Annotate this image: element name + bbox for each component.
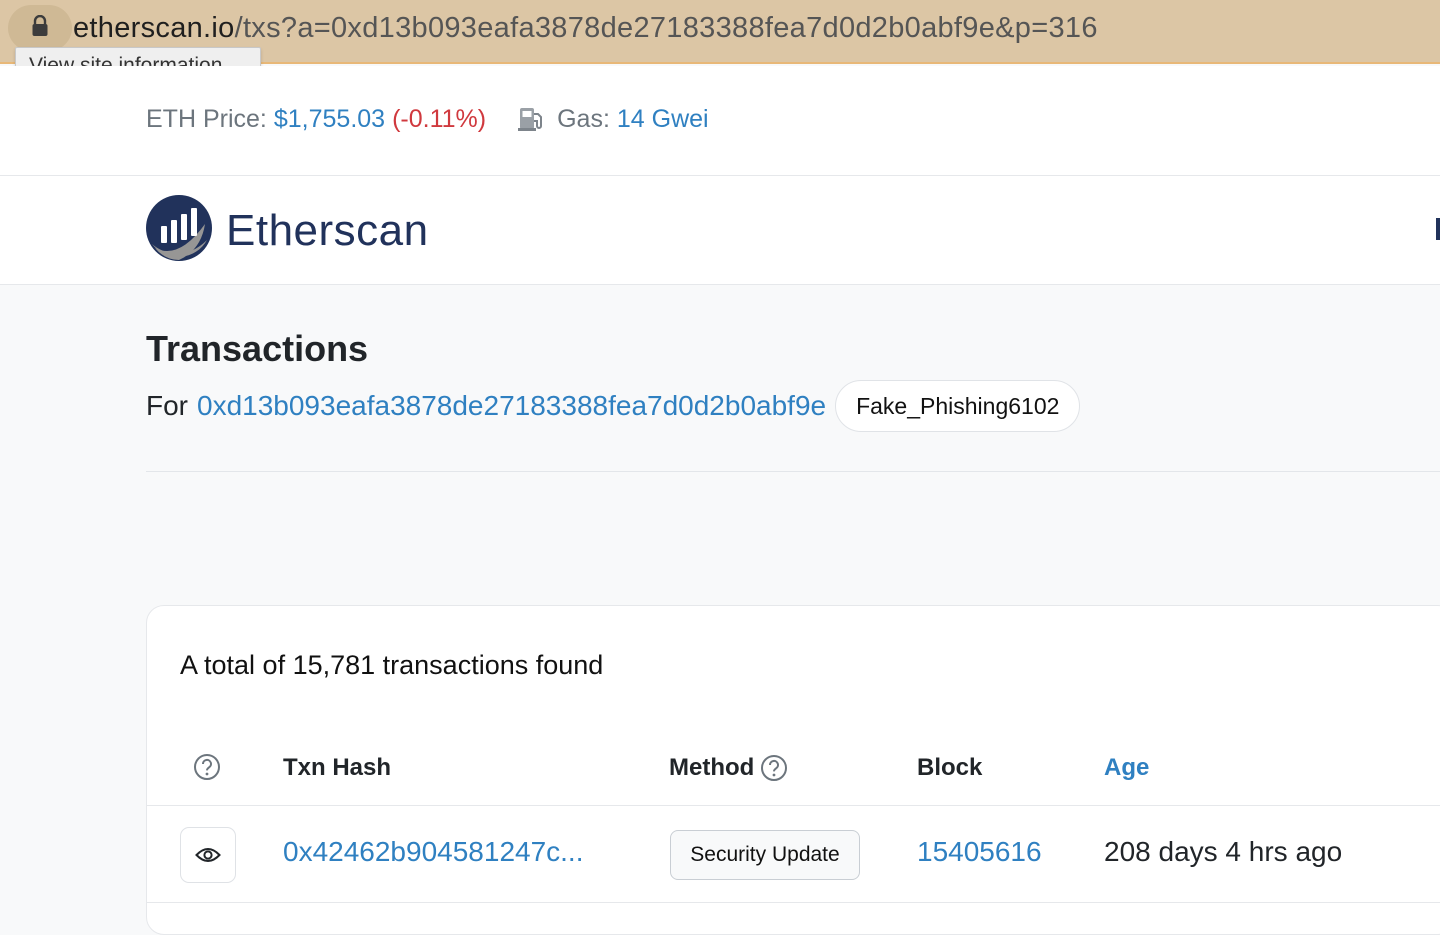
column-header-method: Method [669, 754, 788, 782]
eth-price-label: ETH Price: [146, 105, 267, 133]
gas-value[interactable]: 14 Gwei [617, 103, 709, 135]
eth-price-change: (-0.11%) [392, 105, 487, 133]
method-header-label: Method [669, 754, 755, 781]
etherscan-logo[interactable]: Etherscan [145, 194, 429, 267]
column-header-age[interactable]: Age [1104, 754, 1149, 782]
site-info-button[interactable] [8, 5, 72, 51]
etherscan-logo-icon [145, 194, 213, 267]
table-header: Txn Hash Method Block Age [147, 734, 1440, 806]
name-tag-badge: Fake_Phishing6102 [835, 380, 1081, 432]
lock-icon [31, 14, 49, 42]
url-path: /txs?a=0xd13b093eafa3878de27183388fea7d0… [234, 12, 1098, 44]
age-value: 208 days 4 hrs ago [1104, 836, 1343, 867]
nav-edge[interactable] [1436, 218, 1440, 240]
gas-label: Gas: [557, 105, 610, 133]
divider [146, 471, 1440, 472]
method-badge: Security Update [670, 830, 860, 880]
site-header: Etherscan [0, 176, 1440, 285]
eye-icon [195, 839, 221, 871]
column-header-txn-hash: Txn Hash [283, 754, 392, 781]
question-circle-icon[interactable] [760, 754, 788, 782]
for-label: For [146, 390, 188, 421]
block-link[interactable]: 15405616 [917, 836, 1042, 868]
total-transactions-text: A total of 15,781 transactions found [180, 650, 604, 680]
gas-pump-icon [518, 106, 545, 132]
url-host: etherscan.io [73, 12, 235, 44]
stats-row: ETH Price: $1,755.03 (-0.11%) Gas: 14 Gw… [146, 103, 709, 135]
url-field[interactable]: etherscan.io/txs?a=0xd13b093eafa3878de27… [73, 11, 1098, 45]
table-row: 0x42462b904581247c... Security Update 15… [147, 807, 1440, 903]
logo-text: Etherscan [226, 205, 429, 255]
address-row: For 0xd13b093eafa3878de27183388fea7d0d2b… [146, 380, 1081, 432]
view-details-button[interactable] [180, 827, 236, 883]
info-strip: ETH Price: $1,755.03 (-0.11%) Gas: 14 Gw… [0, 66, 1440, 176]
transactions-card: A total of 15,781 transactions found Txn… [146, 605, 1440, 935]
address-link[interactable]: 0xd13b093eafa3878de27183388fea7d0d2b0abf… [197, 390, 826, 422]
header-help-icon[interactable] [193, 753, 221, 781]
txn-hash-link[interactable]: 0x42462b904581247c... [283, 836, 584, 868]
eth-price-value[interactable]: $1,755.03 [274, 103, 385, 135]
page-title: Transactions [146, 328, 369, 369]
column-header-block: Block [917, 754, 983, 781]
